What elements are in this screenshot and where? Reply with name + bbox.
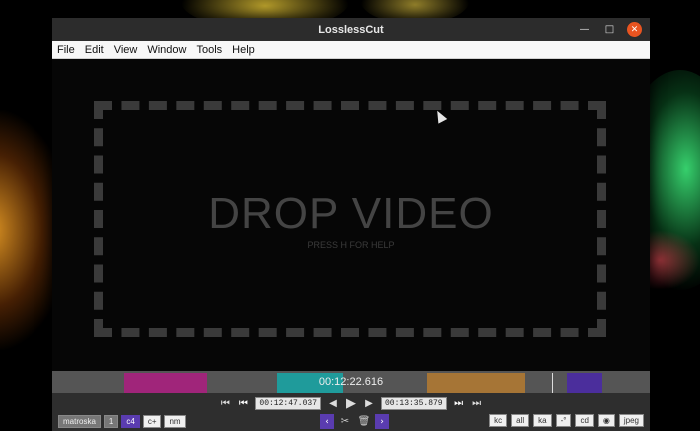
keyframe-cut-button[interactable]: kc — [489, 414, 508, 427]
jump-end-icon[interactable]: ⏭ — [471, 398, 483, 409]
drop-zone[interactable]: DROP VIDEO PRESS H FOR HELP — [52, 59, 650, 371]
timeline[interactable]: 00:12:22.616 — [52, 371, 650, 393]
camera-icon[interactable]: ◉ — [597, 414, 615, 427]
rotation-button[interactable]: -° — [555, 414, 572, 427]
set-cut-end-icon[interactable]: ⏭ — [453, 398, 465, 409]
jump-start-icon[interactable]: ⏮ — [219, 398, 231, 409]
minimize-icon[interactable]: — — [577, 22, 592, 37]
maximize-icon[interactable]: □ — [602, 22, 617, 37]
menu-file[interactable]: File — [57, 44, 75, 56]
menu-edit[interactable]: Edit — [85, 44, 104, 56]
set-cut-start-icon[interactable]: ⏮ — [237, 398, 249, 409]
scissors-icon[interactable]: ✂ — [337, 416, 353, 427]
app-window: LosslessCut — □ ✕ File Edit View Window … — [52, 18, 650, 431]
toggle-cplus[interactable]: c+ — [142, 415, 162, 428]
keep-audio-button[interactable]: ka — [533, 414, 552, 427]
output-dir-button[interactable]: cd — [575, 414, 594, 427]
toggle-c4[interactable]: c4 — [121, 415, 140, 428]
stream-count-badge[interactable]: 1 — [103, 415, 119, 428]
menu-help[interactable]: Help — [232, 44, 255, 56]
current-time: 00:12:22.616 — [318, 376, 384, 388]
menu-bar: File Edit View Window Tools Help — [52, 41, 650, 59]
menu-view[interactable]: View — [114, 44, 138, 56]
step-back-icon[interactable]: ◀ — [327, 398, 339, 409]
all-streams-button[interactable]: all — [511, 414, 530, 427]
drop-subtitle: PRESS H FOR HELP — [307, 240, 395, 250]
step-forward-icon[interactable]: ▶ — [363, 398, 375, 409]
cut-start-time[interactable]: 00:12:47.037 — [255, 397, 321, 410]
menu-window[interactable]: Window — [147, 44, 186, 56]
toggle-nm[interactable]: nm — [164, 415, 186, 428]
close-icon[interactable]: ✕ — [627, 22, 642, 37]
window-title: LosslessCut — [318, 23, 384, 36]
drop-title: DROP VIDEO — [208, 189, 494, 238]
play-icon[interactable]: ▶ — [345, 396, 357, 411]
prev-segment-icon[interactable]: ‹ — [320, 414, 334, 429]
trash-icon[interactable]: 🗑 — [356, 416, 372, 427]
title-bar[interactable]: LosslessCut — □ ✕ — [52, 18, 650, 41]
cut-end-time[interactable]: 00:13:35.879 — [381, 397, 447, 410]
next-segment-icon[interactable]: › — [375, 414, 389, 429]
control-bar: ⏮ ⏮ 00:12:47.037 ◀ ▶ ▶ 00:13:35.879 ⏭ ⏭ … — [52, 393, 650, 431]
format-label[interactable]: matroska — [58, 415, 101, 428]
menu-tools[interactable]: Tools — [196, 44, 222, 56]
capture-format-button[interactable]: jpeg — [618, 414, 644, 427]
